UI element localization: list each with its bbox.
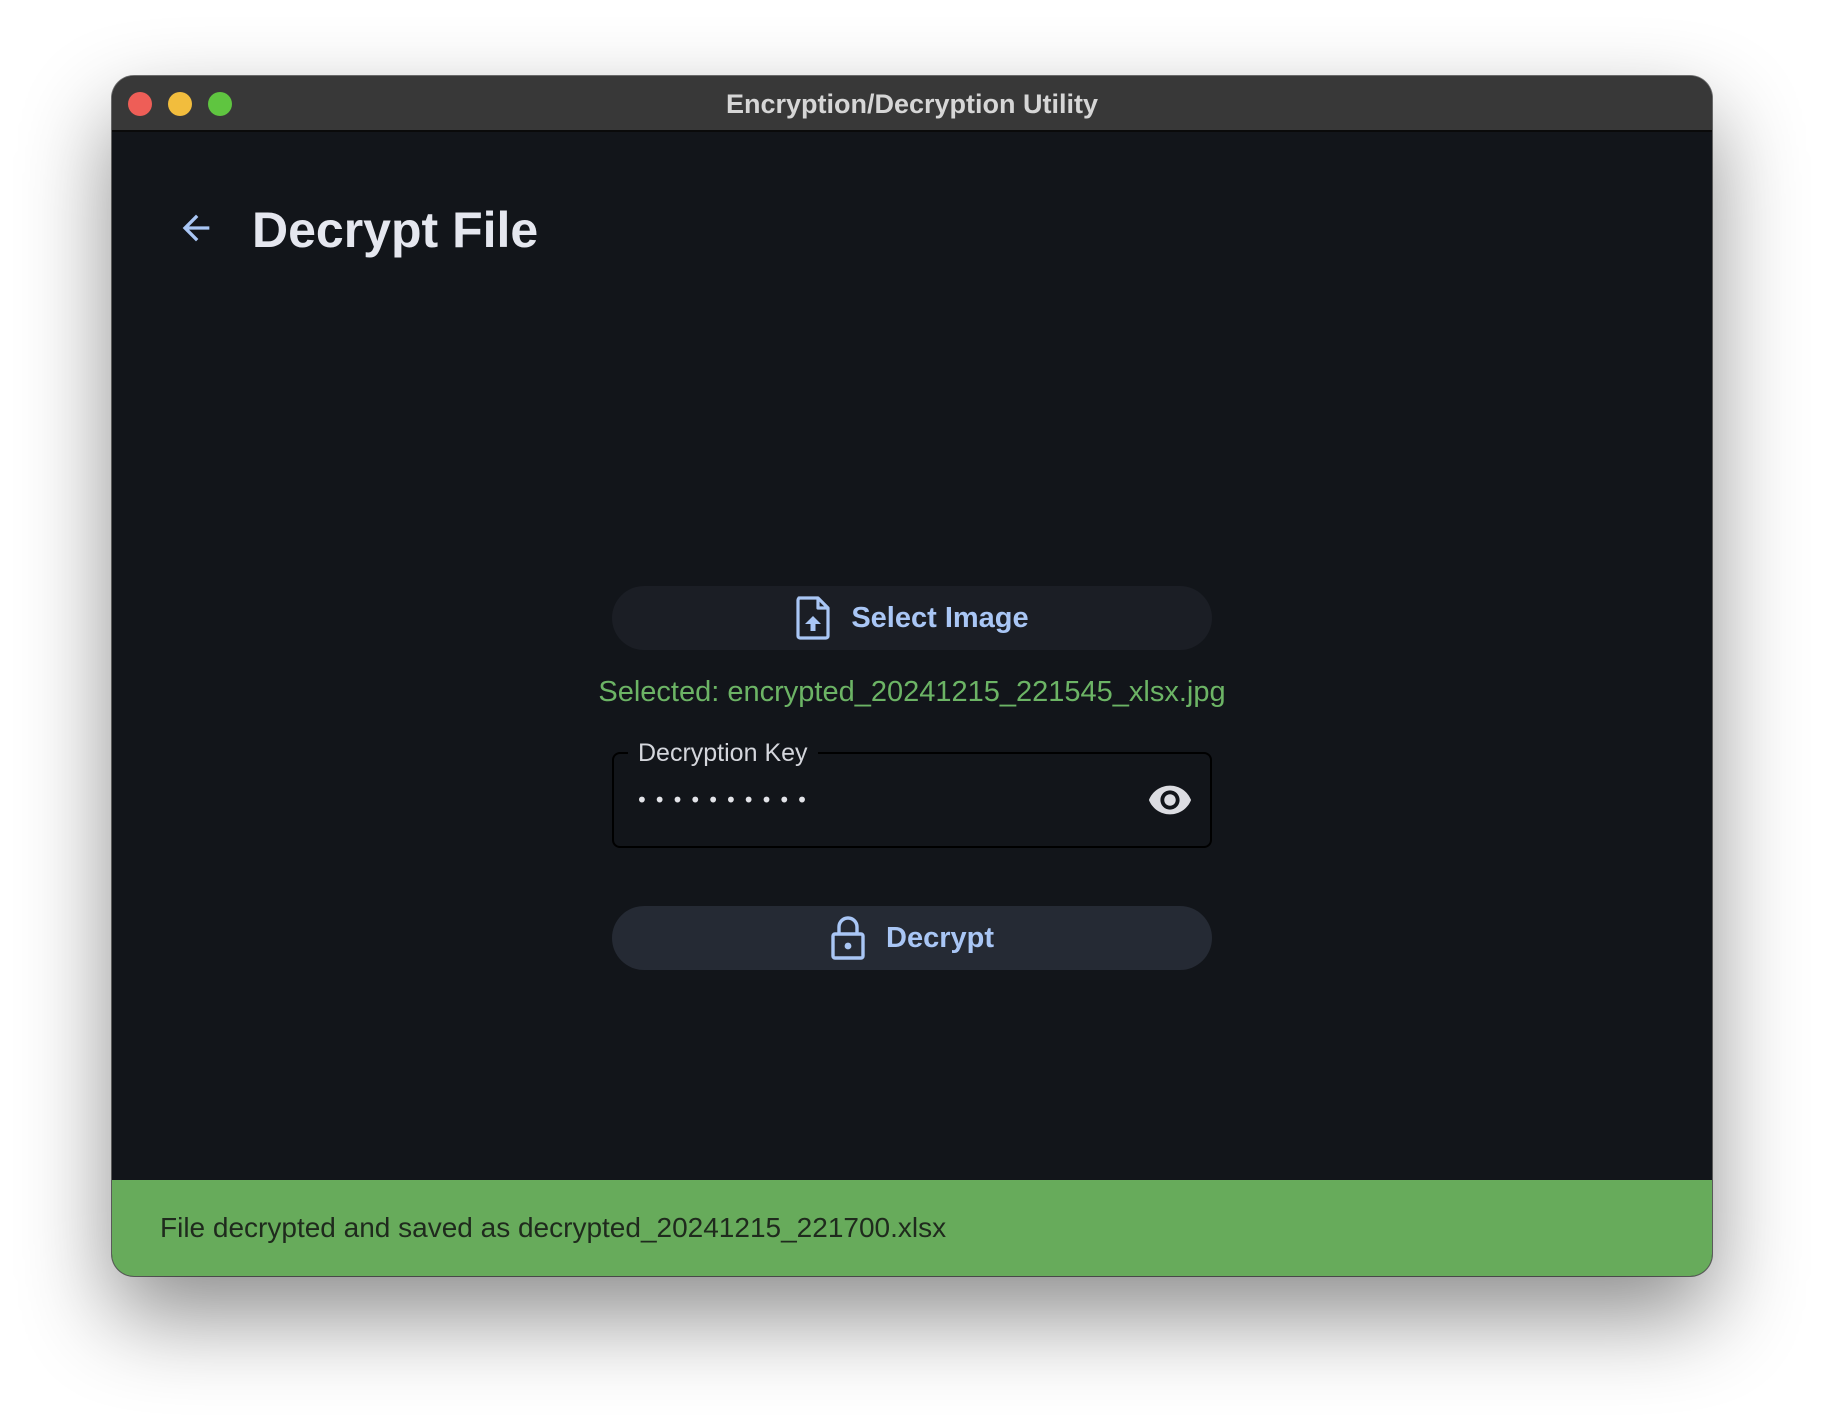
decryption-key-field: Decryption Key xyxy=(612,736,1212,848)
decryption-key-input[interactable] xyxy=(636,780,1116,820)
page-title: Decrypt File xyxy=(252,202,539,258)
back-button[interactable] xyxy=(168,200,224,256)
arrow-left-icon xyxy=(182,214,210,242)
decrypt-button[interactable]: Decrypt xyxy=(612,906,1212,970)
main-content: Decrypt File Select Image Selected: encr… xyxy=(112,132,1712,1256)
file-upload-icon xyxy=(796,596,830,640)
select-image-button[interactable]: Select Image xyxy=(612,586,1212,650)
window-title: Encryption/Decryption Utility xyxy=(725,89,1099,119)
eye-icon xyxy=(1148,785,1192,815)
lock-open-icon xyxy=(831,916,865,960)
toggle-visibility-button[interactable] xyxy=(1144,776,1196,824)
app-window: Encryption/Decryption Utility Decrypt Fi… xyxy=(112,76,1712,1276)
status-snackbar: File decrypted and saved as decrypted_20… xyxy=(112,1180,1712,1276)
decryption-key-label: Decryption Key xyxy=(628,736,818,770)
decrypt-label: Decrypt xyxy=(886,921,994,954)
snackbar-message: File decrypted and saved as decrypted_20… xyxy=(160,1212,947,1243)
selected-file-text: Selected: encrypted_20241215_221545_xlsx… xyxy=(598,676,1226,708)
title-bar: Encryption/Decryption Utility xyxy=(112,76,1712,132)
select-image-label: Select Image xyxy=(851,601,1029,634)
